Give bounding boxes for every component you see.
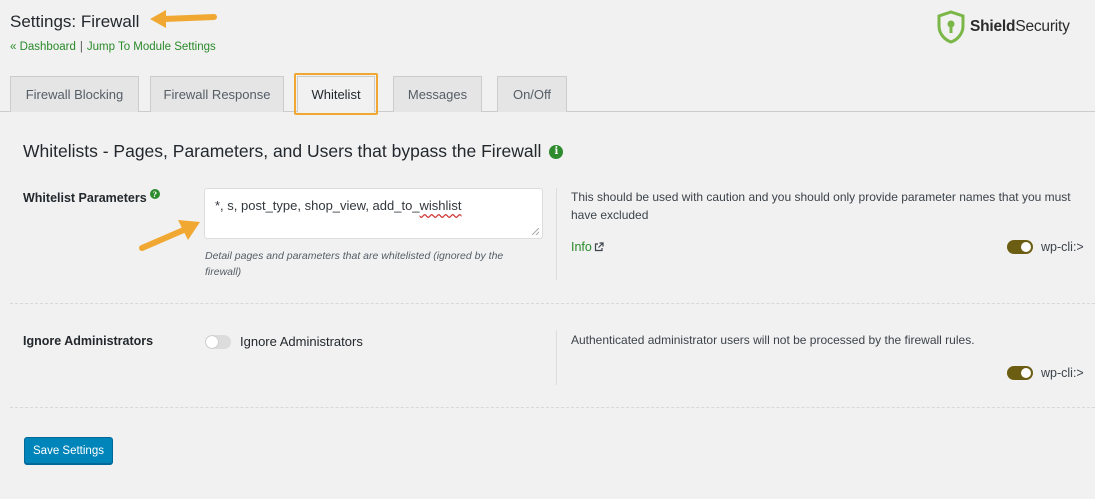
row-divider bbox=[10, 407, 1095, 408]
section-title: Whitelists - Pages, Parameters, and User… bbox=[23, 141, 564, 162]
ignore-administrators-switch[interactable] bbox=[205, 334, 231, 349]
info-icon[interactable]: i bbox=[549, 144, 564, 159]
tab-firewall-response[interactable]: Firewall Response bbox=[150, 76, 284, 112]
shield-security-logo: ShieldSecurity bbox=[936, 10, 1070, 44]
logo-text-bold: Shield bbox=[970, 18, 1016, 35]
wp-cli-label: wp-cli:> bbox=[1041, 366, 1084, 380]
ignore-administrators-label: Ignore Administrators bbox=[23, 334, 153, 348]
tab-messages[interactable]: Messages bbox=[393, 76, 482, 112]
wp-cli-switch[interactable] bbox=[1007, 240, 1033, 254]
save-settings-button[interactable]: Save Settings bbox=[24, 437, 113, 464]
ignore-administrators-toggle-label: Ignore Administrators bbox=[240, 334, 363, 349]
whitelist-parameters-textarea[interactable]: *, s, post_type, shop_view, add_to_wishl… bbox=[204, 188, 543, 239]
info-link-text: Info bbox=[571, 240, 592, 254]
external-link-icon bbox=[594, 242, 604, 252]
breadcrumb: « Dashboard | Jump To Module Settings bbox=[10, 41, 216, 53]
breadcrumb-separator: | bbox=[79, 41, 83, 53]
textarea-value-misspelled: wishlist bbox=[419, 198, 462, 213]
wp-cli-label: wp-cli:> bbox=[1041, 240, 1084, 254]
wp-cli-toggle-whitelist: wp-cli:> bbox=[1007, 240, 1084, 254]
vertical-divider bbox=[556, 188, 557, 280]
logo-text: ShieldSecurity bbox=[970, 18, 1070, 36]
help-icon[interactable]: ? bbox=[149, 189, 160, 199]
whitelist-parameters-description: This should be used with caution and you… bbox=[571, 190, 1071, 222]
annotation-arrow-textarea bbox=[139, 220, 200, 251]
tab-whitelist[interactable]: Whitelist bbox=[297, 76, 375, 113]
annotation-arrow-title bbox=[150, 10, 217, 28]
ignore-administrators-description: Authenticated administrator users will n… bbox=[571, 333, 975, 347]
whitelist-parameters-label-text: Whitelist Parameters bbox=[23, 191, 147, 205]
whitelist-parameters-help: Detail pages and parameters that are whi… bbox=[205, 250, 504, 278]
page-title: Settings: Firewall bbox=[10, 12, 140, 31]
tab-on-off[interactable]: On/Off bbox=[497, 76, 567, 112]
section-title-text: Whitelists - Pages, Parameters, and User… bbox=[23, 141, 542, 161]
whitelist-parameters-label: Whitelist Parameters ? bbox=[23, 189, 160, 205]
ignore-administrators-label-text: Ignore Administrators bbox=[23, 334, 154, 348]
logo-text-regular: Security bbox=[1015, 18, 1070, 35]
tab-bar: Firewall Blocking Firewall Response Whit… bbox=[0, 76, 1095, 113]
tab-firewall-blocking[interactable]: Firewall Blocking bbox=[10, 76, 139, 112]
shield-lock-icon bbox=[937, 10, 965, 44]
row-divider bbox=[10, 303, 1095, 304]
info-link[interactable]: Info bbox=[571, 240, 604, 254]
ignore-administrators-toggle: Ignore Administrators bbox=[205, 334, 363, 349]
textarea-value-prefix: *, s, post_type, shop_view, add_to_ bbox=[215, 198, 420, 213]
breadcrumb-dashboard-link[interactable]: « Dashboard bbox=[10, 41, 76, 53]
wp-cli-toggle-ignore-admins: wp-cli:> bbox=[1007, 366, 1084, 380]
resize-grip-icon[interactable] bbox=[532, 228, 539, 235]
jump-to-module-settings-link[interactable]: Jump To Module Settings bbox=[87, 41, 216, 53]
vertical-divider bbox=[556, 330, 557, 385]
wp-cli-switch[interactable] bbox=[1007, 366, 1033, 380]
